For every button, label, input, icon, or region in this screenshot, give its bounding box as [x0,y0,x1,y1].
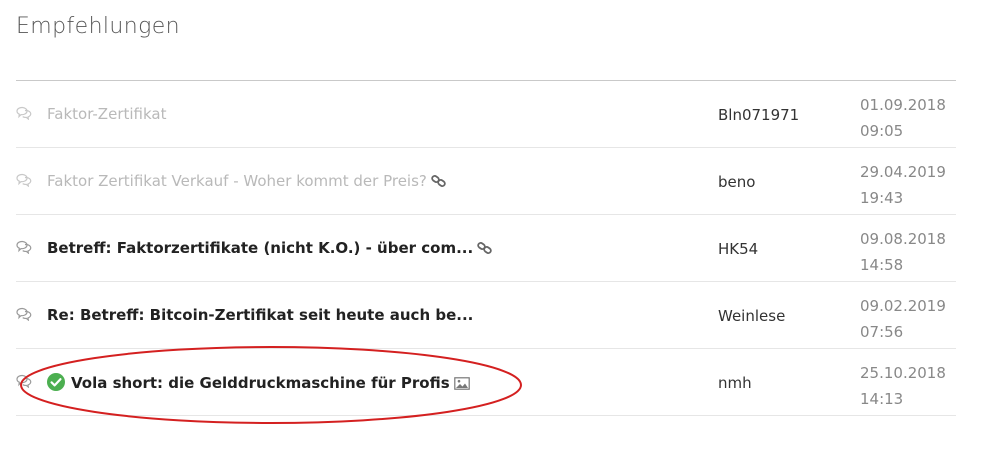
thread-author[interactable]: Bln071971 [718,106,799,124]
thread-date: 25.10.2018 [860,364,946,382]
thread-date: 29.04.2019 [860,163,946,181]
thread-timestamp: 29.04.2019 19:43 [860,159,946,211]
thread-author[interactable]: Weinlese [718,307,785,325]
thread-timestamp: 09.08.2018 14:58 [860,226,946,278]
thread-title[interactable]: Faktor-Zertifikat [47,105,166,123]
thread-time: 09:05 [860,122,904,140]
list-item[interactable]: Betreff: Faktorzertifikate (nicht K.O.) … [16,215,956,282]
thread-time: 14:13 [860,390,904,408]
thread-author[interactable]: nmh [718,374,752,392]
highlight-ellipse [20,346,522,424]
thread-title[interactable]: Re: Betreff: Bitcoin-Zertifikat seit heu… [47,306,473,324]
thread-author[interactable]: beno [718,173,755,191]
thread-time: 14:58 [860,256,904,274]
thread-title[interactable]: Faktor Zertifikat Verkauf - Woher kommt … [47,172,447,190]
thread-date: 09.08.2018 [860,230,946,248]
chat-bubbles-icon [16,307,32,321]
thread-time: 19:43 [860,189,904,207]
thread-date: 01.09.2018 [860,96,946,114]
chat-bubbles-icon [16,106,32,120]
thread-timestamp: 25.10.2018 14:13 [860,360,946,412]
link-icon [477,242,492,254]
list-item[interactable]: Faktor-Zertifikat Bln071971 01.09.2018 0… [16,81,956,148]
page-title: Empfehlungen [16,14,180,39]
thread-timestamp: 01.09.2018 09:05 [860,92,946,144]
thread-time: 07:56 [860,323,904,341]
thread-author[interactable]: HK54 [718,240,758,258]
chat-bubbles-icon [16,240,32,254]
thread-timestamp: 09.02.2019 07:56 [860,293,946,345]
list-item[interactable]: Re: Betreff: Bitcoin-Zertifikat seit heu… [16,282,956,349]
list-item[interactable]: Faktor Zertifikat Verkauf - Woher kommt … [16,148,956,215]
link-icon [431,175,446,187]
thread-title[interactable]: Betreff: Faktorzertifikate (nicht K.O.) … [47,239,493,257]
chat-bubbles-icon [16,173,32,187]
thread-date: 09.02.2019 [860,297,946,315]
